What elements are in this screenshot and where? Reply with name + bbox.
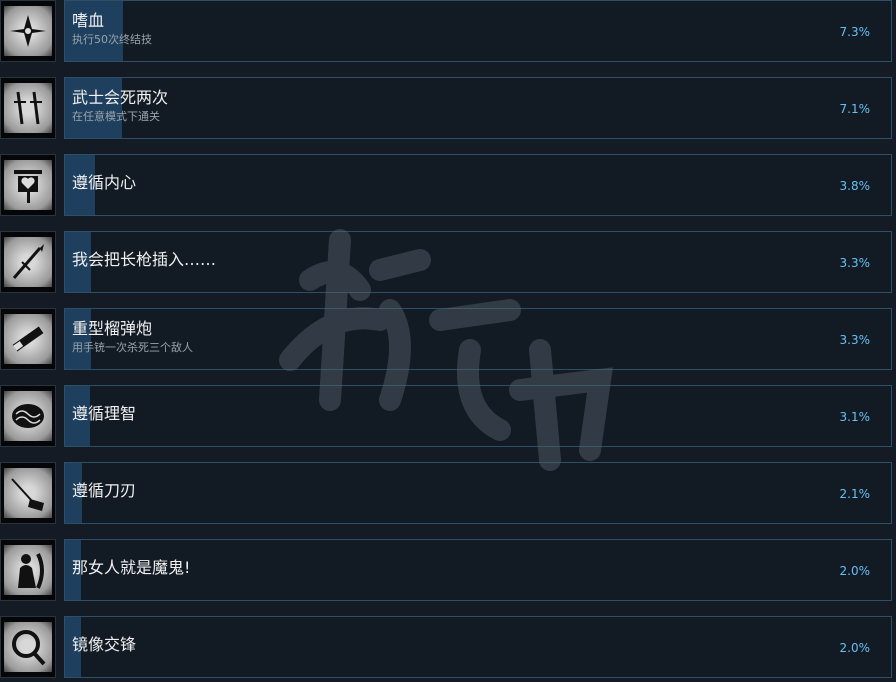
achievement-icon-frame	[0, 462, 56, 524]
achievement-percent: 2.1%	[839, 487, 871, 501]
crossed-swords-icon	[4, 83, 52, 133]
achievement-percent: 3.1%	[839, 410, 871, 424]
achievement-row[interactable]: 遵循理智 3.1%	[0, 371, 896, 448]
achievement-title: 遵循内心	[72, 173, 137, 192]
achievement-title: 那女人就是魔鬼!	[72, 558, 191, 577]
achievement-row[interactable]: 我会把长枪插入…… 3.3%	[0, 217, 896, 294]
achievement-panel: 镜像交锋 2.0%	[64, 616, 892, 678]
achievement-panel: 那女人就是魔鬼! 2.0%	[64, 539, 892, 601]
achievement-panel: 遵循内心 3.8%	[64, 154, 892, 216]
achievement-percent: 3.3%	[839, 333, 871, 347]
achievement-icon-frame	[0, 154, 56, 216]
achievement-title: 重型榴弹炮	[72, 319, 153, 338]
achievement-row[interactable]: 武士会死两次 在任意模式下通关 7.1%	[0, 63, 896, 140]
achievement-percent: 2.0%	[839, 641, 871, 655]
achievement-icon-frame	[0, 77, 56, 139]
achievement-icon-frame	[0, 231, 56, 293]
achievement-title: 遵循刀刃	[72, 481, 137, 500]
shuriken-icon	[4, 6, 52, 56]
achievement-title: 嗜血	[72, 11, 105, 30]
achievement-description: 用手铳一次杀死三个敌人	[72, 341, 193, 354]
achievement-percent: 3.3%	[839, 256, 871, 270]
katana-hand-icon	[4, 468, 52, 518]
achievement-percent: 7.1%	[839, 102, 871, 116]
achievement-title: 我会把长枪插入……	[72, 250, 217, 269]
brain-icon	[4, 391, 52, 441]
achievement-row[interactable]: 镜像交锋 2.0%	[0, 602, 896, 679]
achievement-description: 执行50次终结技	[72, 33, 152, 46]
achievement-icon-frame	[0, 385, 56, 447]
achievement-panel: 遵循刀刃 2.1%	[64, 462, 892, 524]
achievement-icon-frame	[0, 616, 56, 678]
silhouette-icon	[4, 545, 52, 595]
cannon-icon	[4, 314, 52, 364]
achievement-icon-frame	[0, 0, 56, 62]
mirror-icon	[4, 622, 52, 672]
achievement-panel: 遵循理智 3.1%	[64, 385, 892, 447]
achievement-percent: 3.8%	[839, 179, 871, 193]
achievement-title: 武士会死两次	[72, 88, 169, 107]
shrine-heart-icon	[4, 160, 52, 210]
achievement-panel: 重型榴弹炮 用手铳一次杀死三个敌人 3.3%	[64, 308, 892, 370]
achievement-panel: 我会把长枪插入…… 3.3%	[64, 231, 892, 293]
achievement-percent: 2.0%	[839, 564, 871, 578]
achievement-row[interactable]: 重型榴弹炮 用手铳一次杀死三个敌人 3.3%	[0, 294, 896, 371]
achievement-row[interactable]: 遵循内心 3.8%	[0, 140, 896, 217]
achievement-icon-frame	[0, 308, 56, 370]
achievement-title: 镜像交锋	[72, 635, 137, 654]
achievement-panel: 武士会死两次 在任意模式下通关 7.1%	[64, 77, 892, 139]
achievement-description: 在任意模式下通关	[72, 110, 160, 123]
achievement-row[interactable]: 那女人就是魔鬼! 2.0%	[0, 525, 896, 602]
achievement-percent: 7.3%	[839, 25, 871, 39]
achievement-panel: 嗜血 执行50次终结技 7.3%	[64, 0, 892, 62]
spear-icon	[4, 237, 52, 287]
achievement-row[interactable]: 遵循刀刃 2.1%	[0, 448, 896, 525]
achievement-row[interactable]: 嗜血 执行50次终结技 7.3%	[0, 0, 896, 63]
achievement-list: 嗜血 执行50次终结技 7.3% 武士会死两次 在任意模式下通关 7.1% 遵循…	[0, 0, 896, 679]
achievement-title: 遵循理智	[72, 404, 137, 423]
achievement-icon-frame	[0, 539, 56, 601]
